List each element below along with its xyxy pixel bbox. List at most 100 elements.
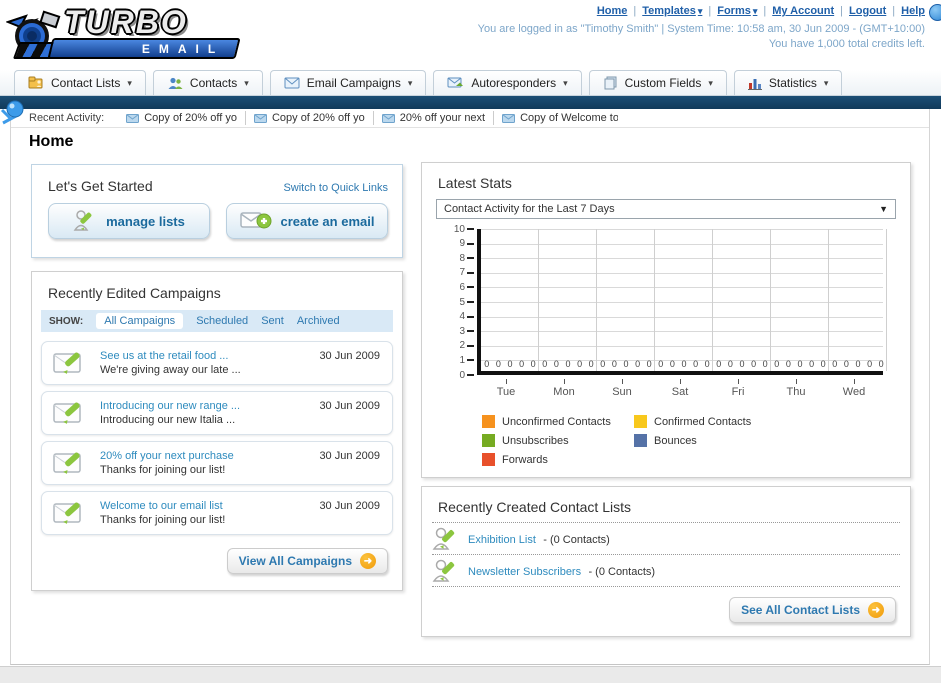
campaign-row[interactable]: Introducing our new range ... Introducin… xyxy=(41,391,393,435)
legend-swatch xyxy=(482,434,495,447)
get-started-panel: Let's Get Started Switch to Quick Links … xyxy=(31,164,403,258)
tab-label: Custom Fields xyxy=(624,76,702,90)
legend-item: Forwards xyxy=(482,453,634,466)
envelope-icon xyxy=(381,113,395,123)
nav-forms-link[interactable]: Forms ▾ xyxy=(717,5,757,17)
tab-autoresponders[interactable]: Autoresponders ▾ xyxy=(433,70,582,95)
view-all-campaigns-button[interactable]: View All Campaigns ➜ xyxy=(226,548,388,574)
recent-activity-item[interactable]: 20% off your next xyxy=(374,111,495,125)
nav-home-link[interactable]: Home xyxy=(597,5,628,17)
campaign-title-link[interactable]: See us at the retail food ... xyxy=(100,350,241,362)
y-tick-label: 9 xyxy=(459,238,465,250)
recent-activity-item[interactable]: Copy of 20% off yo xyxy=(118,111,246,125)
data-value-label: 0 xyxy=(600,359,606,369)
tab-email-campaigns[interactable]: Email Campaigns ▾ xyxy=(269,70,427,95)
data-value-label: 0 xyxy=(843,359,849,369)
contact-list-row[interactable]: Exhibition List - (0 Contacts) xyxy=(422,523,910,554)
credits-info-line: You have 1,000 total credits left. xyxy=(768,38,925,50)
gridline-vertical xyxy=(538,229,539,371)
dropdown-arrow-icon: ▾ xyxy=(127,77,132,88)
y-tick-label: 8 xyxy=(459,252,465,264)
x-tick-label: Tue xyxy=(496,386,516,398)
tab-label: Contacts xyxy=(189,76,238,90)
recent-activity-item[interactable]: Copy of Welcome to xyxy=(494,111,626,125)
data-value-label: 0 xyxy=(669,359,675,369)
contact-list-row[interactable]: Newsletter Subscribers - (0 Contacts) xyxy=(422,555,910,586)
stats-report-select[interactable]: Contact Activity for the Last 7 Days ▼ xyxy=(436,199,896,219)
switch-quick-links[interactable]: Switch to Quick Links xyxy=(283,182,388,194)
chart-y-axis: 0 1 2 3 4 5 6 7 8 9 10 xyxy=(440,224,474,381)
y-tick-mark xyxy=(467,330,474,333)
envelope-pencil-icon xyxy=(53,452,81,474)
nav-separator: | xyxy=(708,5,712,17)
y-axis-tick: 4 xyxy=(445,311,474,323)
y-tick-mark xyxy=(467,257,474,260)
campaign-row[interactable]: See us at the retail food ... We're givi… xyxy=(41,341,393,385)
nav-logout-link[interactable]: Logout xyxy=(849,5,886,17)
nav-help-link[interactable]: Help xyxy=(901,5,925,17)
legend-swatch xyxy=(482,415,495,428)
y-tick-mark xyxy=(467,301,474,303)
x-axis-tick xyxy=(796,379,797,384)
nav-separator: | xyxy=(633,5,637,17)
person-pencil-icon xyxy=(432,559,455,582)
y-tick-label: 2 xyxy=(459,340,465,352)
filter-archived[interactable]: Archived xyxy=(297,315,340,327)
gridline-vertical xyxy=(596,229,597,371)
data-value-label: 0 xyxy=(832,359,838,369)
campaign-row[interactable]: 20% off your next purchase Thanks for jo… xyxy=(41,441,393,485)
contact-lists-title: Recently Created Contact Lists xyxy=(438,499,631,515)
y-axis-tick: 1 xyxy=(445,354,474,366)
tab-statistics[interactable]: Statistics ▾ xyxy=(733,70,843,95)
x-tick-label: Thu xyxy=(786,386,806,398)
tab-label: Contact Lists xyxy=(51,76,121,90)
campaign-date: 30 Jun 2009 xyxy=(319,450,380,462)
contact-list-link[interactable]: Newsletter Subscribers xyxy=(468,566,581,578)
tab-label: Email Campaigns xyxy=(306,76,401,90)
nav-my-account-link[interactable]: My Account xyxy=(772,5,834,17)
tab-custom-fields[interactable]: Custom Fields ▾ xyxy=(588,70,727,95)
create-email-button[interactable]: create an email xyxy=(226,203,388,239)
y-tick-mark xyxy=(467,228,474,230)
tab-contacts[interactable]: Contacts ▾ xyxy=(152,70,263,95)
campaign-title-link[interactable]: Introducing our new range ... xyxy=(100,400,240,412)
filter-scheduled[interactable]: Scheduled xyxy=(196,315,248,327)
campaign-title-link[interactable]: 20% off your next purchase xyxy=(100,450,234,462)
recent-activity-item[interactable]: Copy of 20% off yo xyxy=(246,111,374,125)
chart-plot-area: 00000000000000000000000000000000000 xyxy=(477,229,887,375)
data-value-label: 0 xyxy=(704,359,710,369)
campaign-date: 30 Jun 2009 xyxy=(319,350,380,362)
envelope-icon xyxy=(502,113,516,123)
x-tick-label: Sun xyxy=(612,386,632,398)
data-value-label: 0 xyxy=(855,359,861,369)
gridline-horizontal xyxy=(481,302,883,303)
recent-activity-label: Recent Activity: xyxy=(29,112,105,124)
contacts-icon xyxy=(168,77,183,89)
data-value-label: 0 xyxy=(820,359,826,369)
nav-templates-link[interactable]: Templates ▾ xyxy=(642,5,702,17)
live-help-bubble-icon[interactable] xyxy=(929,4,941,21)
y-tick-mark xyxy=(467,242,474,245)
gridline-horizontal xyxy=(481,287,883,289)
latest-stats-title: Latest Stats xyxy=(438,175,512,191)
tab-contact-lists[interactable]: Contact Lists ▾ xyxy=(14,70,146,95)
filter-sent[interactable]: Sent xyxy=(261,315,284,327)
campaign-list: See us at the retail food ... We're givi… xyxy=(32,332,402,535)
campaign-row[interactable]: Welcome to our email list Thanks for joi… xyxy=(41,491,393,535)
filter-all-campaigns[interactable]: All Campaigns xyxy=(96,313,184,329)
campaign-title-link[interactable]: Welcome to our email list xyxy=(100,500,225,512)
y-axis-tick: 6 xyxy=(445,281,474,293)
see-all-contact-lists-button[interactable]: See All Contact Lists ➜ xyxy=(729,597,896,623)
y-tick-mark xyxy=(467,374,474,376)
campaigns-title: Recently Edited Campaigns xyxy=(48,285,221,301)
y-tick-label: 4 xyxy=(459,311,465,323)
main-tabstrip: Contact Lists ▾ Contacts ▾ Email Campaig… xyxy=(0,70,941,96)
manage-lists-button[interactable]: manage lists xyxy=(48,203,210,239)
email-campaigns-icon xyxy=(284,77,300,89)
blue-pin-decoration xyxy=(0,100,24,125)
data-value-label: 0 xyxy=(878,359,884,369)
gridline-vertical xyxy=(886,229,887,371)
contact-list-link[interactable]: Exhibition List xyxy=(468,534,536,546)
x-tick-label: Fri xyxy=(731,386,745,398)
contact-lists-panel: Recently Created Contact Lists Exhibitio… xyxy=(421,486,911,637)
